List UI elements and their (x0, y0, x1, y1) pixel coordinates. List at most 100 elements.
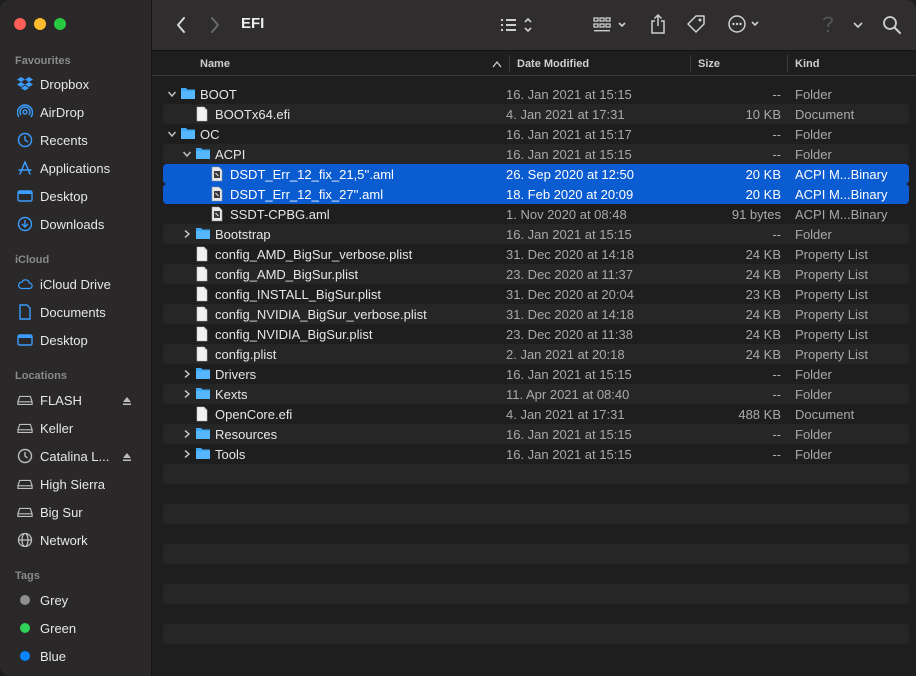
sidebar-item-blue[interactable]: Blue (0, 644, 152, 668)
file-row[interactable]: config_AMD_BigSur.plist 23. Dec 2020 at … (163, 264, 909, 284)
file-name: config_AMD_BigSur.plist (215, 267, 359, 282)
sidebar-item-documents[interactable]: Documents (0, 300, 152, 324)
disclosure-open-icon[interactable] (166, 88, 178, 100)
sidebar-item-label: Catalina L... (40, 448, 110, 464)
sidebar-item-downloads[interactable]: Downloads (0, 212, 152, 236)
sort-ascending-icon[interactable] (492, 60, 502, 68)
sidebar-item-catalina-l[interactable]: Catalina L... (0, 444, 152, 468)
sidebar-item-label: Keller (40, 420, 74, 436)
disclosure-closed-icon[interactable] (181, 388, 193, 400)
sidebar-item-desktop[interactable]: Desktop (0, 328, 152, 352)
tag-color-dot (20, 623, 30, 633)
close-window-button[interactable] (14, 18, 26, 30)
folder-icon (195, 446, 211, 462)
file-row[interactable]: Drivers 16. Jan 2021 at 15:15 -- Folder (163, 364, 909, 384)
sidebar-item-big-sur[interactable]: Big Sur (0, 500, 152, 524)
minimize-window-button[interactable] (34, 18, 46, 30)
file-row[interactable]: BOOT 16. Jan 2021 at 15:15 -- Folder (163, 84, 909, 104)
group-button[interactable] (592, 14, 630, 36)
file-list: BOOT 16. Jan 2021 at 15:15 -- Folder BOO… (152, 84, 916, 676)
file-kind: Property List (795, 307, 868, 322)
disclosure-open-icon[interactable] (181, 148, 193, 160)
eject-icon[interactable] (122, 450, 132, 465)
disclosure-open-icon[interactable] (166, 128, 178, 140)
zoom-window-button[interactable] (54, 18, 66, 30)
file-row[interactable]: Tools 16. Jan 2021 at 15:15 -- Folder (163, 444, 909, 464)
file-row[interactable]: config_AMD_BigSur_verbose.plist 31. Dec … (163, 244, 909, 264)
file-row[interactable]: DSDT_Err_12_fix_21,5''.aml 26. Sep 2020 … (163, 164, 909, 184)
file-kind: Folder (795, 147, 832, 162)
file-name: SSDT-CPBG.aml (230, 207, 330, 222)
dropbox-icon (17, 76, 33, 92)
tag-color-dot (20, 651, 30, 661)
column-divider[interactable] (509, 55, 510, 72)
file-row[interactable]: Resources 16. Jan 2021 at 15:15 -- Folde… (163, 424, 909, 444)
sidebar-item-icloud-drive[interactable]: iCloud Drive (0, 272, 152, 296)
file-row[interactable]: Bootstrap 16. Jan 2021 at 15:15 -- Folde… (163, 224, 909, 244)
column-divider[interactable] (690, 55, 691, 72)
sidebar-item-recents[interactable]: Recents (0, 128, 152, 152)
sidebar-item-airdrop[interactable]: AirDrop (0, 100, 152, 124)
file-row[interactable]: config_NVIDIA_BigSur_verbose.plist 31. D… (163, 304, 909, 324)
file-row[interactable]: BOOTx64.efi 4. Jan 2021 at 17:31 10 KB D… (163, 104, 909, 124)
file-size: -- (772, 427, 781, 442)
file-row[interactable]: DSDT_Err_12_fix_27''.aml 18. Feb 2020 at… (163, 184, 909, 204)
disclosure-closed-icon[interactable] (181, 368, 193, 380)
file-name: Tools (215, 447, 246, 462)
search-icon (883, 16, 901, 34)
more-toolbar-button[interactable] (850, 14, 866, 36)
file-row[interactable]: config.plist 2. Jan 2021 at 20:18 24 KB … (163, 344, 909, 364)
column-divider[interactable] (787, 55, 788, 72)
file-size: -- (772, 127, 781, 142)
time-machine-icon (17, 448, 33, 464)
tag-button[interactable] (684, 12, 708, 36)
aml-file-icon (210, 206, 226, 222)
sidebar-item-dropbox[interactable]: Dropbox (0, 72, 152, 96)
tag-dot-icon (17, 648, 33, 664)
file-name: Resources (215, 427, 278, 442)
sidebar-item-label: Downloads (40, 216, 105, 232)
view-mode-button[interactable] (498, 14, 538, 36)
sidebar-item-network[interactable]: Network (0, 528, 152, 552)
sidebar-item-keller[interactable]: Keller (0, 416, 152, 440)
file-size: 24 KB (745, 327, 781, 342)
sidebar-item-flash[interactable]: FLASH (0, 388, 152, 412)
aml-file-icon (210, 166, 226, 182)
sidebar-item-desktop[interactable]: Desktop (0, 184, 152, 208)
sidebar-item-label: Desktop (40, 332, 88, 348)
file-row[interactable]: SSDT-CPBG.aml 1. Nov 2020 at 08:48 91 by… (163, 204, 909, 224)
share-button[interactable] (648, 12, 668, 36)
help-button[interactable] (818, 13, 838, 35)
column-name[interactable]: Name (200, 58, 230, 70)
file-row[interactable]: OpenCore.efi 4. Jan 2021 at 17:31 488 KB… (163, 404, 909, 424)
document-icon (195, 346, 211, 362)
file-name: BOOTx64.efi (215, 107, 291, 122)
action-button[interactable] (726, 13, 764, 35)
sidebar-item-green[interactable]: Green (0, 616, 152, 640)
disclosure-closed-icon[interactable] (181, 448, 193, 460)
forward-button[interactable] (206, 14, 224, 36)
disclosure-closed-icon[interactable] (181, 228, 193, 240)
file-size: 24 KB (745, 247, 781, 262)
eject-icon[interactable] (122, 394, 132, 409)
sidebar-item-label: Applications (40, 160, 111, 176)
column-size[interactable]: Size (698, 58, 720, 70)
back-button[interactable] (172, 14, 190, 36)
file-row[interactable]: ACPI 16. Jan 2021 at 15:15 -- Folder (163, 144, 909, 164)
search-button[interactable] (880, 13, 904, 37)
file-date: 16. Jan 2021 at 15:15 (506, 367, 632, 382)
file-size: 20 KB (745, 187, 781, 202)
sidebar-item-applications[interactable]: Applications (0, 156, 152, 180)
file-row[interactable]: Kexts 11. Apr 2021 at 08:40 -- Folder (163, 384, 909, 404)
sidebar-item-high-sierra[interactable]: High Sierra (0, 472, 152, 496)
file-row[interactable]: config_INSTALL_BigSur.plist 31. Dec 2020… (163, 284, 909, 304)
column-date-modified[interactable]: Date Modified (517, 58, 589, 70)
sidebar-item-grey[interactable]: Grey (0, 588, 152, 612)
file-size: 20 KB (745, 167, 781, 182)
file-row[interactable]: config_NVIDIA_BigSur.plist 23. Dec 2020 … (163, 324, 909, 344)
file-date: 26. Sep 2020 at 12:50 (506, 167, 634, 182)
disclosure-closed-icon[interactable] (181, 428, 193, 440)
file-row[interactable]: OC 16. Jan 2021 at 15:17 -- Folder (163, 124, 909, 144)
column-kind[interactable]: Kind (795, 58, 819, 70)
file-name: config_NVIDIA_BigSur.plist (215, 327, 373, 342)
